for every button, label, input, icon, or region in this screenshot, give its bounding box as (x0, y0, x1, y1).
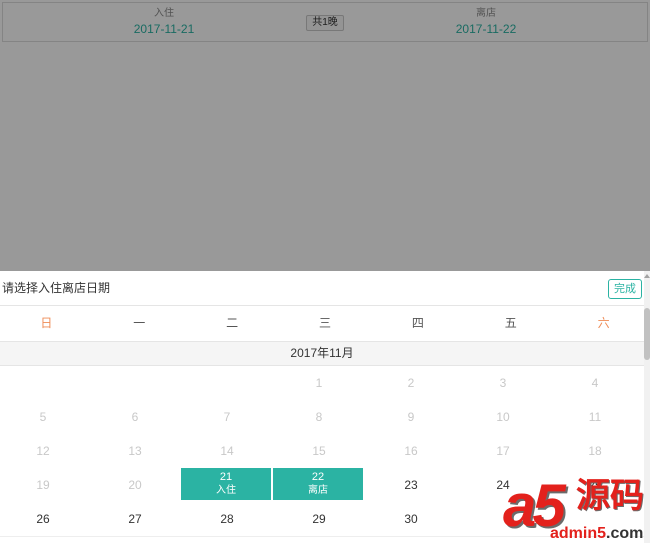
day-number: 25 (588, 477, 602, 492)
day-number: 2 (407, 375, 415, 390)
weekday-label: 三 (319, 316, 332, 330)
day-number: 24 (496, 477, 510, 492)
day-number: 21 (219, 471, 233, 483)
month-header: 2017年11月 (0, 341, 650, 366)
weekday-label: 一 (133, 316, 146, 330)
day-number: 9 (407, 409, 415, 424)
day-cell-15: 15 (273, 434, 365, 468)
day-cell-6: 6 (89, 400, 181, 434)
day-number: 20 (128, 477, 142, 492)
day-cell-7: 7 (181, 400, 273, 434)
day-cell-17: 17 (457, 434, 549, 468)
day-cell-4: 4 (549, 366, 641, 400)
picker-title: 请选择入住离店日期 (2, 281, 111, 295)
day-number: 29 (312, 511, 326, 526)
modal-backdrop[interactable] (0, 0, 650, 271)
day-cell-29[interactable]: 29 (273, 502, 365, 536)
day-cell-25[interactable]: 25 (549, 468, 641, 502)
date-picker-panel: 请选择入住离店日期 完成 日一二三四五六 2017年11月 1234567891… (0, 271, 650, 543)
day-number: 14 (220, 443, 234, 458)
day-cell-18: 18 (549, 434, 641, 468)
day-cell-3: 3 (457, 366, 549, 400)
day-cell-16: 16 (365, 434, 457, 468)
day-number: 19 (36, 477, 50, 492)
day-cell-11: 11 (549, 400, 641, 434)
scrollbar-thumb[interactable] (644, 308, 650, 360)
day-cell-27[interactable]: 27 (89, 502, 181, 536)
day-number: 4 (591, 375, 599, 390)
day-cell-19: 19 (0, 468, 89, 502)
day-number: 15 (312, 443, 326, 458)
weekday-header-row: 日一二三四五六 (0, 306, 650, 341)
day-number: 12 (36, 443, 50, 458)
weekday-label: 日 (40, 316, 53, 330)
picker-header: 请选择入住离店日期 完成 (0, 271, 650, 306)
day-number: 3 (499, 375, 507, 390)
weekday-label: 四 (411, 316, 424, 330)
day-number: 11 (588, 409, 602, 424)
day-cell-9: 9 (365, 400, 457, 434)
day-number: 10 (496, 409, 510, 424)
day-cell-1: 1 (273, 366, 365, 400)
day-cell-14: 14 (181, 434, 273, 468)
day-number: 17 (496, 443, 510, 458)
day-number: 18 (588, 443, 602, 458)
day-number: 30 (404, 511, 418, 526)
weekday-label: 六 (597, 316, 610, 330)
check-out-tag: 离店 (308, 485, 328, 496)
day-number: 1 (315, 375, 323, 390)
weekday-label: 五 (504, 316, 517, 330)
day-number: 16 (404, 443, 418, 458)
day-number: 22 (311, 471, 325, 483)
day-number: 7 (223, 409, 231, 424)
month-label: 2017年11月 (290, 346, 354, 360)
day-cell-23[interactable]: 23 (365, 468, 457, 502)
day-cell-26[interactable]: 26 (0, 502, 89, 536)
day-cell-13: 13 (89, 434, 181, 468)
day-number: 8 (315, 409, 323, 424)
day-cell-2: 2 (365, 366, 457, 400)
day-cell-22[interactable]: 22 离店 (273, 468, 363, 500)
day-number: 23 (404, 477, 418, 492)
day-cell-28[interactable]: 28 (181, 502, 273, 536)
day-cell-24[interactable]: 24 (457, 468, 549, 502)
day-cell-5: 5 (0, 400, 89, 434)
weekday-label: 二 (226, 316, 239, 330)
day-grid: 1 2 3 4 5 6 7 8 9 10 11 12 13 14 15 16 17 18 19 20 21 入住 22 离店 2… (0, 366, 644, 537)
day-cell-20: 20 (89, 468, 181, 502)
day-cell-8: 8 (273, 400, 365, 434)
day-cell-12: 12 (0, 434, 89, 468)
day-number: 5 (39, 409, 47, 424)
day-cell-10: 10 (457, 400, 549, 434)
picker-scrollbar[interactable] (644, 271, 650, 543)
day-cell-30[interactable]: 30 (365, 502, 457, 536)
day-cell-21[interactable]: 21 入住 (181, 468, 271, 500)
day-number: 6 (131, 409, 139, 424)
check-in-tag: 入住 (216, 485, 236, 496)
day-number: 26 (36, 511, 50, 526)
day-number: 13 (128, 443, 142, 458)
done-button[interactable]: 完成 (608, 279, 642, 299)
day-number: 28 (220, 511, 234, 526)
scroll-up-arrow-icon[interactable] (644, 274, 650, 278)
day-number: 27 (128, 511, 142, 526)
